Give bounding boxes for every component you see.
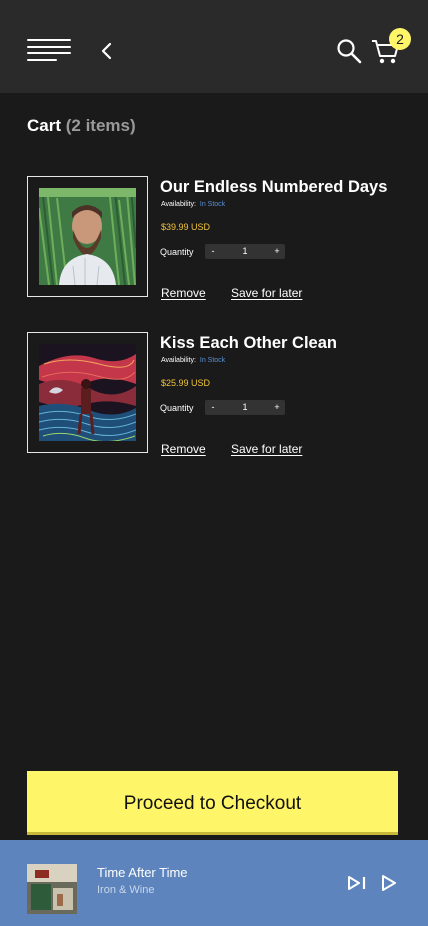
- quantity-label: Quantity: [160, 403, 194, 413]
- app-header: 2: [0, 0, 428, 93]
- cart-item: Our Endless Numbered Days Availability: I…: [27, 176, 407, 300]
- cart-count-badge: 2: [389, 28, 411, 50]
- stock-status: In Stock: [199, 201, 226, 208]
- menu-icon[interactable]: [27, 39, 71, 63]
- album-art-kiss-each-other-clean: [39, 344, 136, 441]
- quantity-stepper: - 1 +: [205, 244, 285, 259]
- cart-title-text: Cart: [27, 116, 62, 135]
- now-playing-bar[interactable]: Time After Time Iron & Wine: [0, 840, 428, 926]
- availability-label: Availability:: [161, 357, 196, 364]
- search-icon[interactable]: [336, 38, 362, 64]
- quantity-stepper: - 1 +: [205, 400, 285, 415]
- increase-quantity-button[interactable]: +: [269, 244, 285, 259]
- page-title: Cart (2 items): [27, 116, 136, 136]
- item-price: $39.99 USD: [161, 222, 211, 232]
- stock-status: In Stock: [199, 357, 226, 364]
- cart-item-count: (2 items): [65, 116, 136, 135]
- remove-link[interactable]: Remove: [161, 442, 206, 456]
- item-price: $25.99 USD: [161, 378, 211, 388]
- album-cover-thumbnail[interactable]: [27, 332, 148, 453]
- quantity-label: Quantity: [160, 247, 194, 257]
- save-for-later-link[interactable]: Save for later: [231, 286, 302, 300]
- quantity-value[interactable]: 1: [233, 400, 257, 415]
- item-title[interactable]: Our Endless Numbered Days: [160, 178, 387, 197]
- chevron-left-icon[interactable]: [97, 40, 117, 62]
- album-cover-thumbnail[interactable]: [27, 176, 148, 297]
- decrease-quantity-button[interactable]: -: [205, 244, 221, 259]
- increase-quantity-button[interactable]: +: [269, 400, 285, 415]
- remove-link[interactable]: Remove: [161, 286, 206, 300]
- cart-item: Kiss Each Other Clean Availability: In St…: [27, 332, 407, 456]
- quantity-value[interactable]: 1: [233, 244, 257, 259]
- now-playing-album-art: [27, 864, 77, 914]
- album-art-our-endless-numbered-days: [39, 188, 136, 285]
- availability: Availability: In Stock: [161, 357, 225, 364]
- skip-next-icon[interactable]: [347, 875, 367, 891]
- item-title[interactable]: Kiss Each Other Clean: [160, 334, 337, 353]
- track-title: Time After Time: [97, 865, 188, 880]
- save-for-later-link[interactable]: Save for later: [231, 442, 302, 456]
- proceed-to-checkout-button[interactable]: Proceed to Checkout: [27, 771, 398, 835]
- availability-label: Availability:: [161, 201, 196, 208]
- availability: Availability: In Stock: [161, 201, 225, 208]
- play-icon[interactable]: [380, 874, 398, 892]
- decrease-quantity-button[interactable]: -: [205, 400, 221, 415]
- track-artist: Iron & Wine: [97, 884, 155, 896]
